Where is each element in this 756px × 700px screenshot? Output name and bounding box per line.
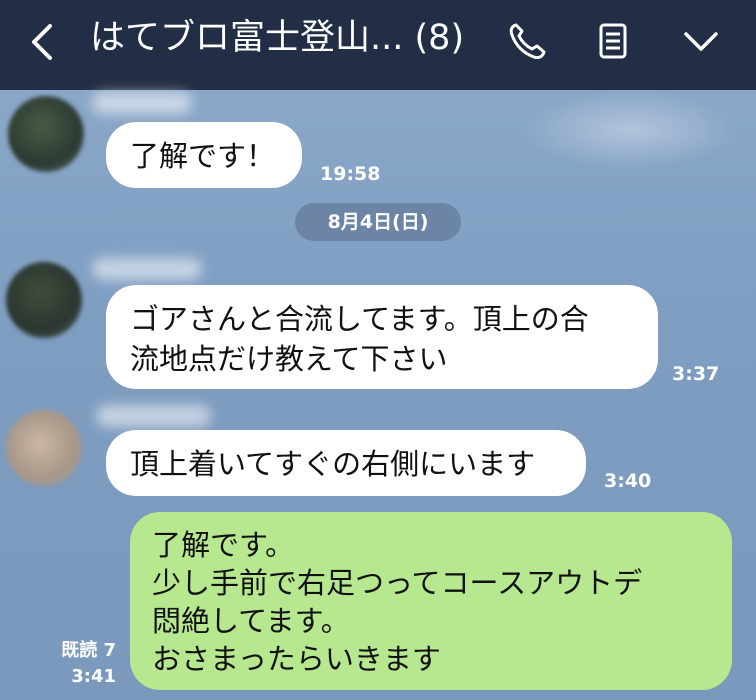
message-time: 3:40 xyxy=(604,470,652,492)
sender-name-blurred xyxy=(92,258,202,280)
message-time: 3:41 xyxy=(71,666,116,687)
message-line: ゴアさんと合流してます。頂上の合 xyxy=(130,302,589,336)
avatar[interactable] xyxy=(6,410,82,486)
message-line: おさまったらいきます xyxy=(152,642,441,676)
sender-name-blurred xyxy=(92,92,192,114)
message-time: 3:37 xyxy=(672,363,720,385)
message-time: 19:58 xyxy=(320,163,381,185)
chevron-down-icon[interactable] xyxy=(680,20,722,62)
read-status: 既読 7 3:41 xyxy=(56,638,116,690)
chat-title[interactable]: はてブロ富士登山... (8) xyxy=(90,14,464,62)
message-bubble[interactable]: ゴアさんと合流してます。頂上の合 流地点だけ教えて下さい xyxy=(106,285,658,389)
message-text: 頂上着いてすぐの右側にいます xyxy=(130,447,536,481)
outgoing-message-bubble[interactable]: 了解です。 少し手前で右足つってコースアウトデ 悶絶してます。 おさまったらいき… xyxy=(130,512,732,690)
chat-header: はてブロ富士登山... (8) xyxy=(0,0,756,90)
message-line: 了解です。 xyxy=(152,528,295,562)
avatar[interactable] xyxy=(8,96,84,172)
member-count: (8) xyxy=(414,18,465,58)
read-receipt: 既読 7 xyxy=(61,640,116,661)
phone-icon[interactable] xyxy=(506,20,548,62)
avatar[interactable] xyxy=(6,262,82,338)
message-line: 悶絶してます。 xyxy=(152,604,350,638)
chevron-left-icon[interactable] xyxy=(28,22,58,62)
message-text: 了解です！ xyxy=(130,139,276,173)
message-bubble[interactable]: 頂上着いてすぐの右側にいます xyxy=(106,430,586,496)
notes-icon[interactable] xyxy=(592,20,634,62)
sender-name-blurred xyxy=(96,405,211,427)
message-line: 流地点だけ教えて下さい xyxy=(130,342,448,376)
date-divider: 8月4日(日) xyxy=(295,203,461,241)
message-line: 少し手前で右足つってコースアウトデ xyxy=(152,566,643,600)
group-name: はてブロ富士登山... xyxy=(90,18,404,58)
message-bubble[interactable]: 了解です！ xyxy=(106,122,302,188)
background-cloud xyxy=(520,90,740,170)
